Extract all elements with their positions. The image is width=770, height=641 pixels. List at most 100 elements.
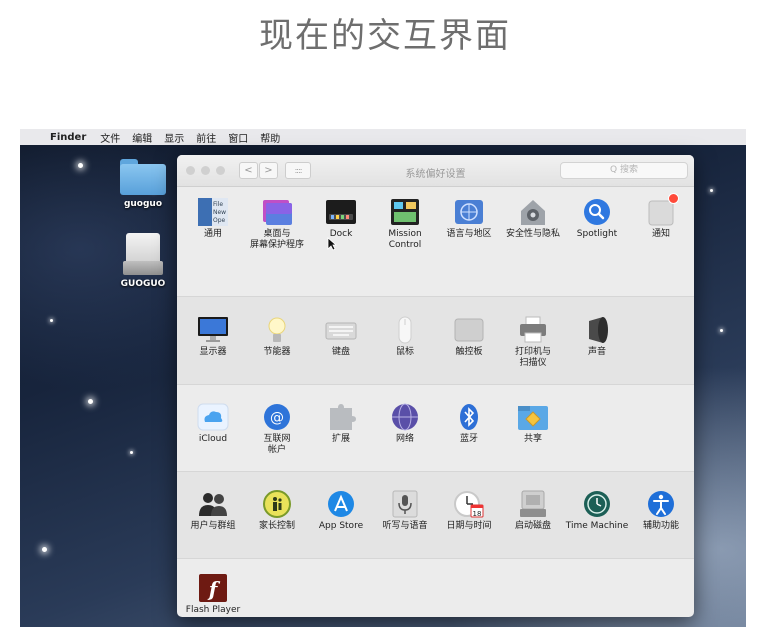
pref-label: 桌面与 屏幕保护程序 bbox=[249, 229, 304, 250]
spotlight-icon bbox=[581, 197, 613, 225]
pref-label: 日期与时间 bbox=[446, 521, 492, 531]
pref-printers-scanners[interactable]: 打印机与 扫描仪 bbox=[501, 315, 565, 369]
keyboard-icon bbox=[325, 315, 357, 343]
pref-label: 通知 bbox=[651, 229, 670, 239]
pref-startup-disk[interactable]: 启动磁盘 bbox=[501, 489, 565, 532]
pref-extensions[interactable]: 扩展 bbox=[309, 402, 373, 445]
search-input[interactable]: Q 搜索 bbox=[560, 162, 688, 179]
menu-view[interactable]: 显示 bbox=[164, 130, 184, 145]
pref-label: App Store bbox=[318, 521, 364, 531]
desktop-screensaver-icon bbox=[261, 197, 293, 225]
desktop-drive[interactable]: GUOGUO bbox=[113, 233, 173, 289]
calendar-day: 18 bbox=[473, 510, 482, 518]
desktop-drive-label: GUOGUO bbox=[120, 279, 166, 289]
pref-label: 鼠标 bbox=[395, 347, 414, 357]
mouse-icon bbox=[389, 315, 421, 344]
desktop-folder-label: guoguo bbox=[123, 199, 163, 209]
pref-desktop-screensaver[interactable]: 桌面与 屏幕保护程序 bbox=[245, 197, 309, 251]
pref-general[interactable]: File New Ope 通用 bbox=[181, 197, 245, 240]
pref-mouse[interactable]: 鼠标 bbox=[373, 315, 437, 358]
pref-displays[interactable]: 显示器 bbox=[181, 315, 245, 358]
pref-date-time[interactable]: 18 日期与时间 bbox=[437, 489, 501, 532]
mission-control-icon bbox=[389, 197, 421, 225]
startup-disk-icon bbox=[517, 489, 549, 517]
pref-time-machine[interactable]: Time Machine bbox=[565, 489, 629, 532]
pref-label: 触控板 bbox=[455, 347, 483, 357]
svg-text:New: New bbox=[213, 209, 226, 216]
general-icon: File New Ope bbox=[197, 197, 229, 226]
notifications-icon bbox=[645, 193, 679, 226]
date-time-icon: 18 bbox=[453, 489, 485, 518]
menu-finder[interactable]: Finder bbox=[50, 132, 86, 143]
pref-label: Mission Control bbox=[388, 229, 422, 250]
svg-text:@: @ bbox=[270, 410, 284, 426]
pref-notifications[interactable]: 通知 bbox=[629, 193, 693, 240]
pref-accessibility[interactable]: 辅助功能 bbox=[629, 489, 693, 532]
pref-label: 通用 bbox=[203, 229, 222, 239]
pref-label: 辅助功能 bbox=[642, 521, 679, 531]
svg-text:File: File bbox=[213, 201, 223, 208]
displays-icon bbox=[197, 315, 229, 343]
menu-help[interactable]: 帮助 bbox=[260, 130, 280, 145]
notification-badge bbox=[668, 193, 679, 204]
pref-label: Flash Player bbox=[185, 605, 241, 615]
menu-bar: Finder 文件 编辑 显示 前往 窗口 帮助 bbox=[20, 129, 746, 145]
sound-icon bbox=[581, 315, 613, 343]
pref-label: Spotlight bbox=[576, 229, 618, 239]
hard-drive-icon bbox=[123, 233, 163, 275]
pref-mission-control[interactable]: Mission Control bbox=[373, 197, 437, 251]
pref-label: 共享 bbox=[523, 434, 542, 444]
pref-bluetooth[interactable]: 蓝牙 bbox=[437, 402, 501, 445]
prefs-section-internet: iCloud @ 互联网 帐户 扩展 网络 蓝牙 共享 bbox=[177, 384, 694, 471]
pref-sound[interactable]: 声音 bbox=[565, 315, 629, 358]
extensions-icon bbox=[325, 402, 357, 430]
pref-label: Time Machine bbox=[565, 521, 629, 531]
star bbox=[78, 163, 83, 168]
menu-go[interactable]: 前往 bbox=[196, 130, 216, 145]
menu-window[interactable]: 窗口 bbox=[228, 130, 248, 145]
pref-label: Dock bbox=[329, 229, 353, 239]
pref-dictation-speech[interactable]: 听写与语音 bbox=[373, 489, 437, 532]
pref-energy-saver[interactable]: 节能器 bbox=[245, 315, 309, 358]
icloud-icon bbox=[197, 402, 229, 431]
desktop-folder[interactable]: guoguo bbox=[113, 159, 173, 209]
pref-spotlight[interactable]: Spotlight bbox=[565, 197, 629, 240]
network-icon bbox=[389, 402, 421, 431]
users-groups-icon bbox=[197, 489, 229, 517]
pref-icloud[interactable]: iCloud bbox=[181, 402, 245, 445]
printers-scanners-icon bbox=[517, 315, 549, 343]
pref-flash-player[interactable]: f Flash Player bbox=[181, 573, 245, 616]
pref-label: 家长控制 bbox=[258, 521, 295, 531]
menu-edit[interactable]: 编辑 bbox=[132, 130, 152, 145]
pref-label: 安全性与隐私 bbox=[505, 229, 560, 239]
trackpad-icon bbox=[453, 315, 485, 343]
pref-internet-accounts[interactable]: @ 互联网 帐户 bbox=[245, 402, 309, 456]
desktop-screen: Finder 文件 编辑 显示 前往 窗口 帮助 guoguo GUOGUO <… bbox=[20, 129, 746, 627]
bluetooth-icon bbox=[453, 402, 485, 430]
pref-parental-controls[interactable]: 家长控制 bbox=[245, 489, 309, 532]
parental-controls-icon bbox=[261, 489, 293, 518]
pref-label: 节能器 bbox=[263, 347, 291, 357]
pref-keyboard[interactable]: 键盘 bbox=[309, 315, 373, 358]
app-store-icon bbox=[325, 489, 357, 517]
pref-label: 语言与地区 bbox=[446, 229, 492, 239]
flash-player-icon: f bbox=[197, 573, 229, 602]
time-machine-icon bbox=[581, 489, 613, 517]
pref-network[interactable]: 网络 bbox=[373, 402, 437, 445]
energy-saver-icon bbox=[261, 315, 293, 343]
svg-text:Ope: Ope bbox=[213, 217, 226, 224]
star bbox=[720, 329, 723, 332]
prefs-section-other: f Flash Player bbox=[177, 558, 694, 617]
pref-trackpad[interactable]: 触控板 bbox=[437, 315, 501, 358]
pref-security-privacy[interactable]: 安全性与隐私 bbox=[501, 197, 565, 240]
pref-sharing[interactable]: 共享 bbox=[501, 402, 565, 445]
menu-file[interactable]: 文件 bbox=[100, 130, 120, 145]
sharing-icon bbox=[517, 402, 549, 430]
pref-dock[interactable]: Dock bbox=[309, 197, 373, 240]
pref-label: 蓝牙 bbox=[459, 434, 478, 444]
pref-users-groups[interactable]: 用户与群组 bbox=[181, 489, 245, 532]
system-preferences-window: < > :::: 系统偏好设置 Q 搜索 File New Ope 通用 桌面与… bbox=[177, 155, 694, 617]
pref-app-store[interactable]: App Store bbox=[309, 489, 373, 532]
pref-label: 网络 bbox=[395, 434, 414, 444]
pref-language-region[interactable]: 语言与地区 bbox=[437, 197, 501, 240]
